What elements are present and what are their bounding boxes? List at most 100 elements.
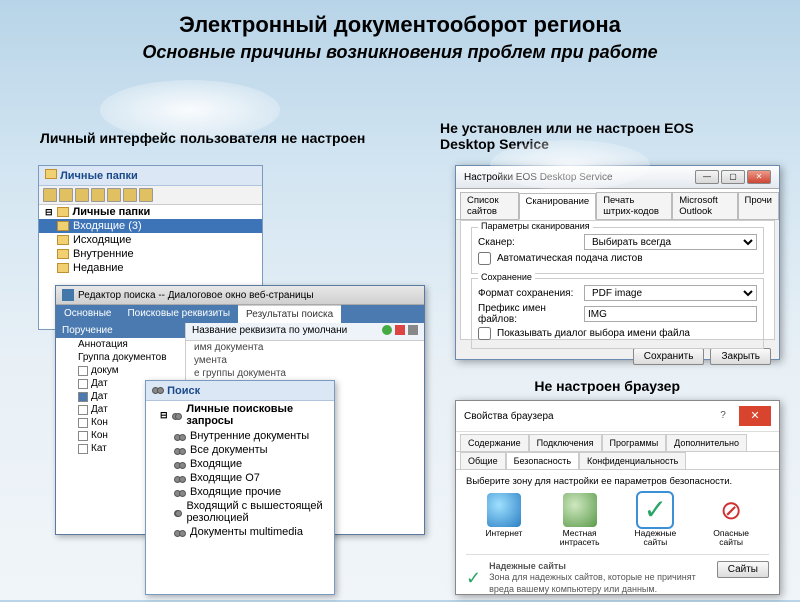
toolbar-icon[interactable] bbox=[123, 188, 137, 202]
binoculars-icon bbox=[174, 507, 182, 517]
auto-feed-label: Автоматическая подача листов bbox=[497, 253, 643, 264]
maximize-button[interactable]: ▢ bbox=[721, 170, 745, 184]
search-item[interactable]: Входящие прочие bbox=[146, 485, 334, 499]
zone-trusted[interactable]: ✓Надежные сайты bbox=[625, 493, 685, 548]
zones-row: Интернет Местная интрасеть ✓Надежные сай… bbox=[466, 493, 769, 548]
item-label: Внутренние bbox=[73, 248, 134, 260]
toolbar-icon[interactable] bbox=[75, 188, 89, 202]
tree-item[interactable]: докум bbox=[56, 364, 185, 377]
checkbox-icon[interactable] bbox=[78, 379, 88, 389]
remove-icon[interactable] bbox=[395, 325, 405, 335]
search-item[interactable]: Внутренние документы bbox=[146, 429, 334, 443]
search-item[interactable]: Документы multimedia bbox=[146, 525, 334, 539]
tab-sites[interactable]: Список сайтов bbox=[460, 192, 519, 219]
toolbar-icon[interactable] bbox=[43, 188, 57, 202]
toolbar-icon[interactable] bbox=[139, 188, 153, 202]
minimize-button[interactable]: — bbox=[695, 170, 719, 184]
label: Кат bbox=[91, 443, 107, 454]
zone-internet[interactable]: Интернет bbox=[474, 493, 534, 548]
save-button[interactable]: Сохранить bbox=[633, 348, 705, 365]
toolbar-icon[interactable] bbox=[91, 188, 105, 202]
prefix-input[interactable] bbox=[584, 306, 757, 322]
binoculars-icon bbox=[174, 473, 186, 483]
search-item[interactable]: Входящий с вышестоящей резолюцией bbox=[146, 499, 334, 525]
app-icon bbox=[62, 289, 74, 301]
auto-feed-checkbox[interactable] bbox=[478, 252, 491, 265]
label: Дат bbox=[91, 391, 108, 402]
label: Входящие bbox=[190, 458, 242, 470]
item-label: Входящие (3) bbox=[73, 220, 142, 232]
tree-item[interactable]: Аннотация bbox=[56, 338, 185, 351]
tab-privacy[interactable]: Конфиденциальность bbox=[579, 452, 686, 469]
binoculars-icon bbox=[172, 410, 183, 420]
tab-search-props[interactable]: Поисковые реквизиты bbox=[119, 305, 238, 323]
tree-item[interactable]: Группа документов bbox=[56, 351, 185, 364]
checkbox-icon[interactable] bbox=[78, 418, 88, 428]
close-button[interactable]: Закрыть bbox=[710, 348, 771, 365]
search-item[interactable]: Входящие bbox=[146, 457, 334, 471]
label: Внутренние документы bbox=[190, 430, 309, 442]
list-item[interactable]: имя документа bbox=[186, 341, 424, 354]
tree-group[interactable]: ⊟ Личные поисковые запросы bbox=[146, 401, 334, 429]
tab-main[interactable]: Основные bbox=[56, 305, 119, 323]
tree-root[interactable]: ⊟ Личные папки bbox=[39, 205, 262, 219]
format-select[interactable]: PDF image bbox=[584, 285, 757, 301]
caption-left: Личный интерфейс пользователя не настрое… bbox=[40, 130, 365, 146]
tree-item-outgoing[interactable]: Исходящие bbox=[39, 233, 262, 247]
checkbox-icon[interactable] bbox=[78, 366, 88, 376]
right-header-text: Название реквизита по умолчани bbox=[192, 325, 347, 338]
folder-icon bbox=[57, 221, 69, 231]
scanner-select[interactable]: Выбирать всегда bbox=[584, 234, 757, 250]
list-item[interactable]: умента bbox=[186, 354, 424, 367]
tab-scanning[interactable]: Сканирование bbox=[519, 193, 597, 220]
checkbox-icon[interactable] bbox=[78, 431, 88, 441]
checkbox-icon[interactable] bbox=[78, 405, 88, 415]
tab-advanced[interactable]: Дополнительно bbox=[666, 434, 747, 451]
format-label: Формат сохранения: bbox=[478, 288, 578, 299]
tab-barcode[interactable]: Печать штрих-кодов bbox=[596, 192, 672, 219]
close-button[interactable]: ✕ bbox=[739, 406, 771, 426]
zone-restricted[interactable]: ⊘Опасные сайты bbox=[701, 493, 761, 548]
slide-title: Электронный документооборот региона bbox=[0, 0, 800, 38]
search-item[interactable]: Входящие О7 bbox=[146, 471, 334, 485]
tab-security[interactable]: Безопасность bbox=[506, 452, 579, 469]
zone-intranet[interactable]: Местная интрасеть bbox=[550, 493, 610, 548]
config-icon[interactable] bbox=[408, 325, 418, 335]
tab-programs[interactable]: Программы bbox=[602, 434, 667, 451]
checkbox-icon[interactable] bbox=[78, 392, 88, 402]
toolbar bbox=[39, 186, 262, 205]
tab-outlook[interactable]: Microsoft Outlook bbox=[672, 192, 737, 219]
search-item[interactable]: Все документы bbox=[146, 443, 334, 457]
toolbar-icon[interactable] bbox=[59, 188, 73, 202]
add-icon[interactable] bbox=[382, 325, 392, 335]
label: Дат bbox=[91, 378, 108, 389]
tree-item-inbox[interactable]: Входящие (3) bbox=[39, 219, 262, 233]
group-label: Личные поисковые запросы bbox=[186, 403, 328, 427]
zone-label: Местная интрасеть bbox=[550, 529, 610, 548]
label: Аннотация bbox=[78, 339, 128, 350]
caption-browser: Не настроен браузер bbox=[534, 378, 680, 394]
binoculars-icon bbox=[174, 431, 186, 441]
toolbar-icon[interactable] bbox=[107, 188, 121, 202]
eos-settings-dialog: Настройки EOS Desktop Service — ▢ ✕ Спис… bbox=[455, 165, 780, 360]
label: Кон bbox=[91, 430, 108, 441]
label: Группа документов bbox=[78, 352, 167, 363]
list-item[interactable]: е группы документа bbox=[186, 367, 424, 380]
tab-content[interactable]: Содержание bbox=[460, 434, 529, 451]
show-dialog-checkbox[interactable] bbox=[478, 327, 491, 340]
fieldset-save: Сохранение Формат сохранения: PDF image … bbox=[471, 278, 764, 349]
desc-text: Зона для надежных сайтов, которые не при… bbox=[489, 572, 696, 594]
help-button[interactable]: ? bbox=[707, 406, 739, 426]
close-button[interactable]: ✕ bbox=[747, 170, 771, 184]
tab-other[interactable]: Прочи bbox=[738, 192, 779, 219]
tab-results[interactable]: Результаты поиска bbox=[238, 305, 341, 323]
instruction-text: Выберите зону для настройки ее параметро… bbox=[466, 476, 769, 487]
tree-item-recent[interactable]: Недавние bbox=[39, 261, 262, 275]
tab-connections[interactable]: Подключения bbox=[529, 434, 602, 451]
tree-item-internal[interactable]: Внутренние bbox=[39, 247, 262, 261]
checkbox-icon[interactable] bbox=[78, 444, 88, 454]
title-text: Настройки EOS Desktop Service bbox=[464, 172, 613, 183]
tab-general[interactable]: Общие bbox=[460, 452, 506, 469]
right-toolbar: Название реквизита по умолчани bbox=[186, 323, 424, 341]
sites-button[interactable]: Сайты bbox=[717, 561, 769, 578]
